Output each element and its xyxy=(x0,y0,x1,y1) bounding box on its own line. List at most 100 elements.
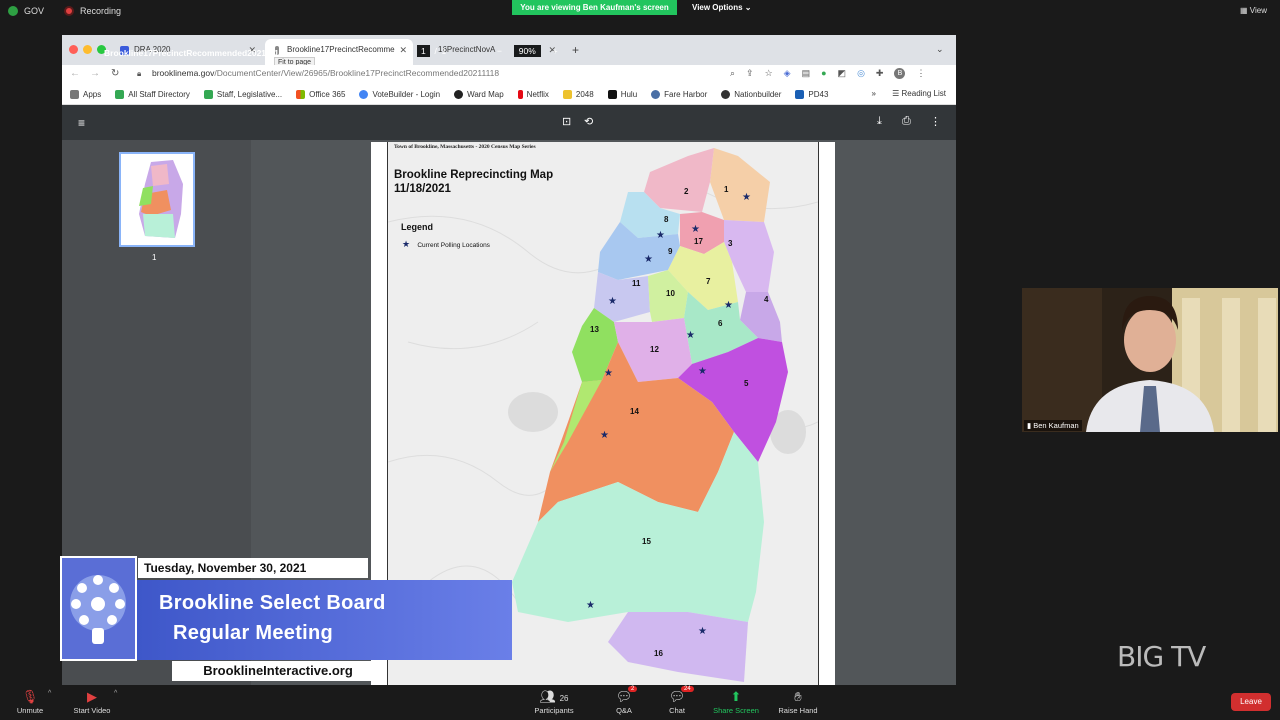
polling-location-star: ★ xyxy=(600,430,609,441)
avatar[interactable]: B xyxy=(894,68,906,79)
map-header: Town of Brookline, Massachusetts - 2020 … xyxy=(394,144,536,150)
qa-badge: 2 xyxy=(628,686,638,692)
bookmark-apps[interactable]: Apps xyxy=(70,90,101,99)
precinct-label-17: 17 xyxy=(694,237,703,246)
page-thumbnail[interactable] xyxy=(119,152,195,247)
map-title-line2: 11/18/2021 xyxy=(394,183,451,195)
raise-hand-button[interactable]: ✋︎ Raise Hand xyxy=(768,688,828,715)
legend-item: ★ Current Polling Locations xyxy=(402,239,490,250)
bookmark-label: Netflix xyxy=(526,90,549,99)
view-label: View xyxy=(1249,6,1267,15)
precinct-label-10: 10 xyxy=(666,289,675,298)
qa-label: Q&A xyxy=(616,706,632,715)
reload-button[interactable]: ↻ xyxy=(111,68,119,79)
back-button[interactable]: ← xyxy=(70,68,80,79)
qa-button[interactable]: 💬︎ 2 Q&A xyxy=(594,686,654,715)
lock-icon[interactable]: 🔒︎ xyxy=(137,69,141,79)
polling-location-star: ★ xyxy=(742,192,751,203)
download-icon[interactable]: ⤓ xyxy=(877,115,882,128)
precinct-label-12: 12 xyxy=(650,345,659,354)
viewing-banner: You are viewing Ben Kaufman's screen xyxy=(512,0,677,15)
pdf-page-indicator: 1 / 1 xyxy=(417,45,446,57)
bookmark-office365[interactable]: Office 365 xyxy=(296,90,345,99)
puzzle-icon[interactable]: ✚ xyxy=(876,68,884,79)
zoom-icon[interactable]: ⌕ xyxy=(730,68,735,79)
chevron-up-icon[interactable]: ^ xyxy=(114,690,117,697)
precinct-label-11: 11 xyxy=(632,279,641,288)
share-icon[interactable]: ⇪ xyxy=(746,68,754,79)
bigtv-watermark: BIG TV xyxy=(1117,640,1206,673)
view-button[interactable]: ▦ View xyxy=(1240,6,1267,15)
extension-icon[interactable]: ◩ xyxy=(838,68,847,79)
start-video-button[interactable]: ▶ Start Video xyxy=(62,688,122,715)
hamburger-icon[interactable]: ≡ xyxy=(78,116,85,130)
zoom-input[interactable]: 90% xyxy=(513,45,541,57)
polling-location-star: ★ xyxy=(644,254,653,265)
signal-icon: ▮ xyxy=(1027,421,1032,430)
chat-icon: 💬︎ xyxy=(668,689,686,704)
participant-video[interactable] xyxy=(1022,288,1278,432)
bookmark-nationbuilder[interactable]: Nationbuilder xyxy=(721,90,781,99)
leave-button[interactable]: Leave xyxy=(1231,693,1271,711)
view-options-button[interactable]: View Options ⌄ xyxy=(692,0,751,15)
close-icon[interactable]: ✕ xyxy=(399,39,407,61)
more-bookmarks-icon[interactable]: » xyxy=(872,89,876,98)
precinct-label-15: 15 xyxy=(642,537,651,546)
close-window-button[interactable] xyxy=(69,45,78,54)
rotate-icon[interactable]: ⟲ xyxy=(584,115,593,128)
bookmark-netflix[interactable]: Netflix xyxy=(517,90,549,99)
bookmark-label: Ward Map xyxy=(467,90,504,99)
precinct-label-9: 9 xyxy=(668,247,673,256)
map-icon xyxy=(454,90,464,99)
pdf-title: Brookline17PrecinctRecommended20211118 xyxy=(104,48,284,58)
precinct-label-5: 5 xyxy=(744,379,749,388)
star-icon[interactable]: ☆ xyxy=(765,68,773,79)
shield-icon xyxy=(8,6,18,16)
bookmark-fare-harbor[interactable]: Fare Harbor xyxy=(651,90,707,99)
print-icon[interactable]: ⎙ xyxy=(902,115,911,128)
bookmark-votebuilder[interactable]: VoteBuilder - Login xyxy=(359,90,440,99)
bookmark-staff-legislative[interactable]: Staff, Legislative... xyxy=(203,90,282,99)
menu-icon[interactable]: ⋮ xyxy=(916,68,925,79)
address-bar[interactable]: brooklinema.gov/DocumentCenter/View/2696… xyxy=(152,68,499,78)
tab-search-button[interactable]: ⌄ xyxy=(936,44,944,55)
reading-list-label: Reading List xyxy=(901,89,946,98)
forward-button[interactable]: → xyxy=(90,68,100,79)
precinct-label-2: 2 xyxy=(684,187,689,196)
reading-list-button[interactable]: ☰ Reading List xyxy=(892,89,946,98)
participants-button[interactable]: 👥︎ 26 Participants xyxy=(524,688,584,715)
chevron-up-icon[interactable]: ^ xyxy=(48,690,51,697)
share-screen-button[interactable]: ⬆ Share Screen xyxy=(706,688,766,715)
more-icon[interactable]: ⋮ xyxy=(930,115,941,128)
game-icon xyxy=(562,90,572,99)
bookmark-label: VoteBuilder - Login xyxy=(372,90,441,99)
zoom-in-icon[interactable]: + xyxy=(553,46,558,56)
map-title: Brookline Reprecincting Map 11/18/2021 xyxy=(394,168,594,196)
bookmark-pd43[interactable]: PD43 xyxy=(795,90,828,99)
fit-to-page-icon[interactable]: ⊡ xyxy=(562,115,571,128)
extension-icon[interactable]: ▤ xyxy=(802,68,811,79)
extension-icon[interactable]: ◈ xyxy=(784,68,791,79)
new-tab-button[interactable]: + xyxy=(572,43,579,57)
bookmark-label: Office 365 xyxy=(309,90,346,99)
page-input[interactable]: 1 xyxy=(417,45,430,57)
chat-button[interactable]: 💬︎ 24 Chat xyxy=(647,686,707,715)
view-icon: ▦ xyxy=(1240,6,1248,15)
minimize-window-button[interactable] xyxy=(83,45,92,54)
extension-icon[interactable]: ◎ xyxy=(857,68,865,79)
legend-item-label: Current Polling Locations xyxy=(417,242,490,249)
bookmark-hulu[interactable]: Hulu xyxy=(607,90,637,99)
polling-location-star: ★ xyxy=(686,330,695,341)
chart-icon xyxy=(795,90,805,99)
bookmark-2048[interactable]: 2048 xyxy=(562,90,594,99)
bookmark-ward-map[interactable]: Ward Map xyxy=(454,90,504,99)
hulu-icon xyxy=(607,90,617,99)
map-title-line1: Brookline Reprecincting Map xyxy=(394,169,554,181)
zoom-out-icon[interactable]: − xyxy=(497,46,502,56)
polling-location-star: ★ xyxy=(608,296,617,307)
bookmark-staff-directory[interactable]: All Staff Directory xyxy=(115,90,190,99)
polling-location-star: ★ xyxy=(698,366,707,377)
precinct-label-14: 14 xyxy=(630,407,639,416)
raise-hand-label: Raise Hand xyxy=(778,706,818,715)
extension-icon[interactable]: ● xyxy=(821,68,826,79)
